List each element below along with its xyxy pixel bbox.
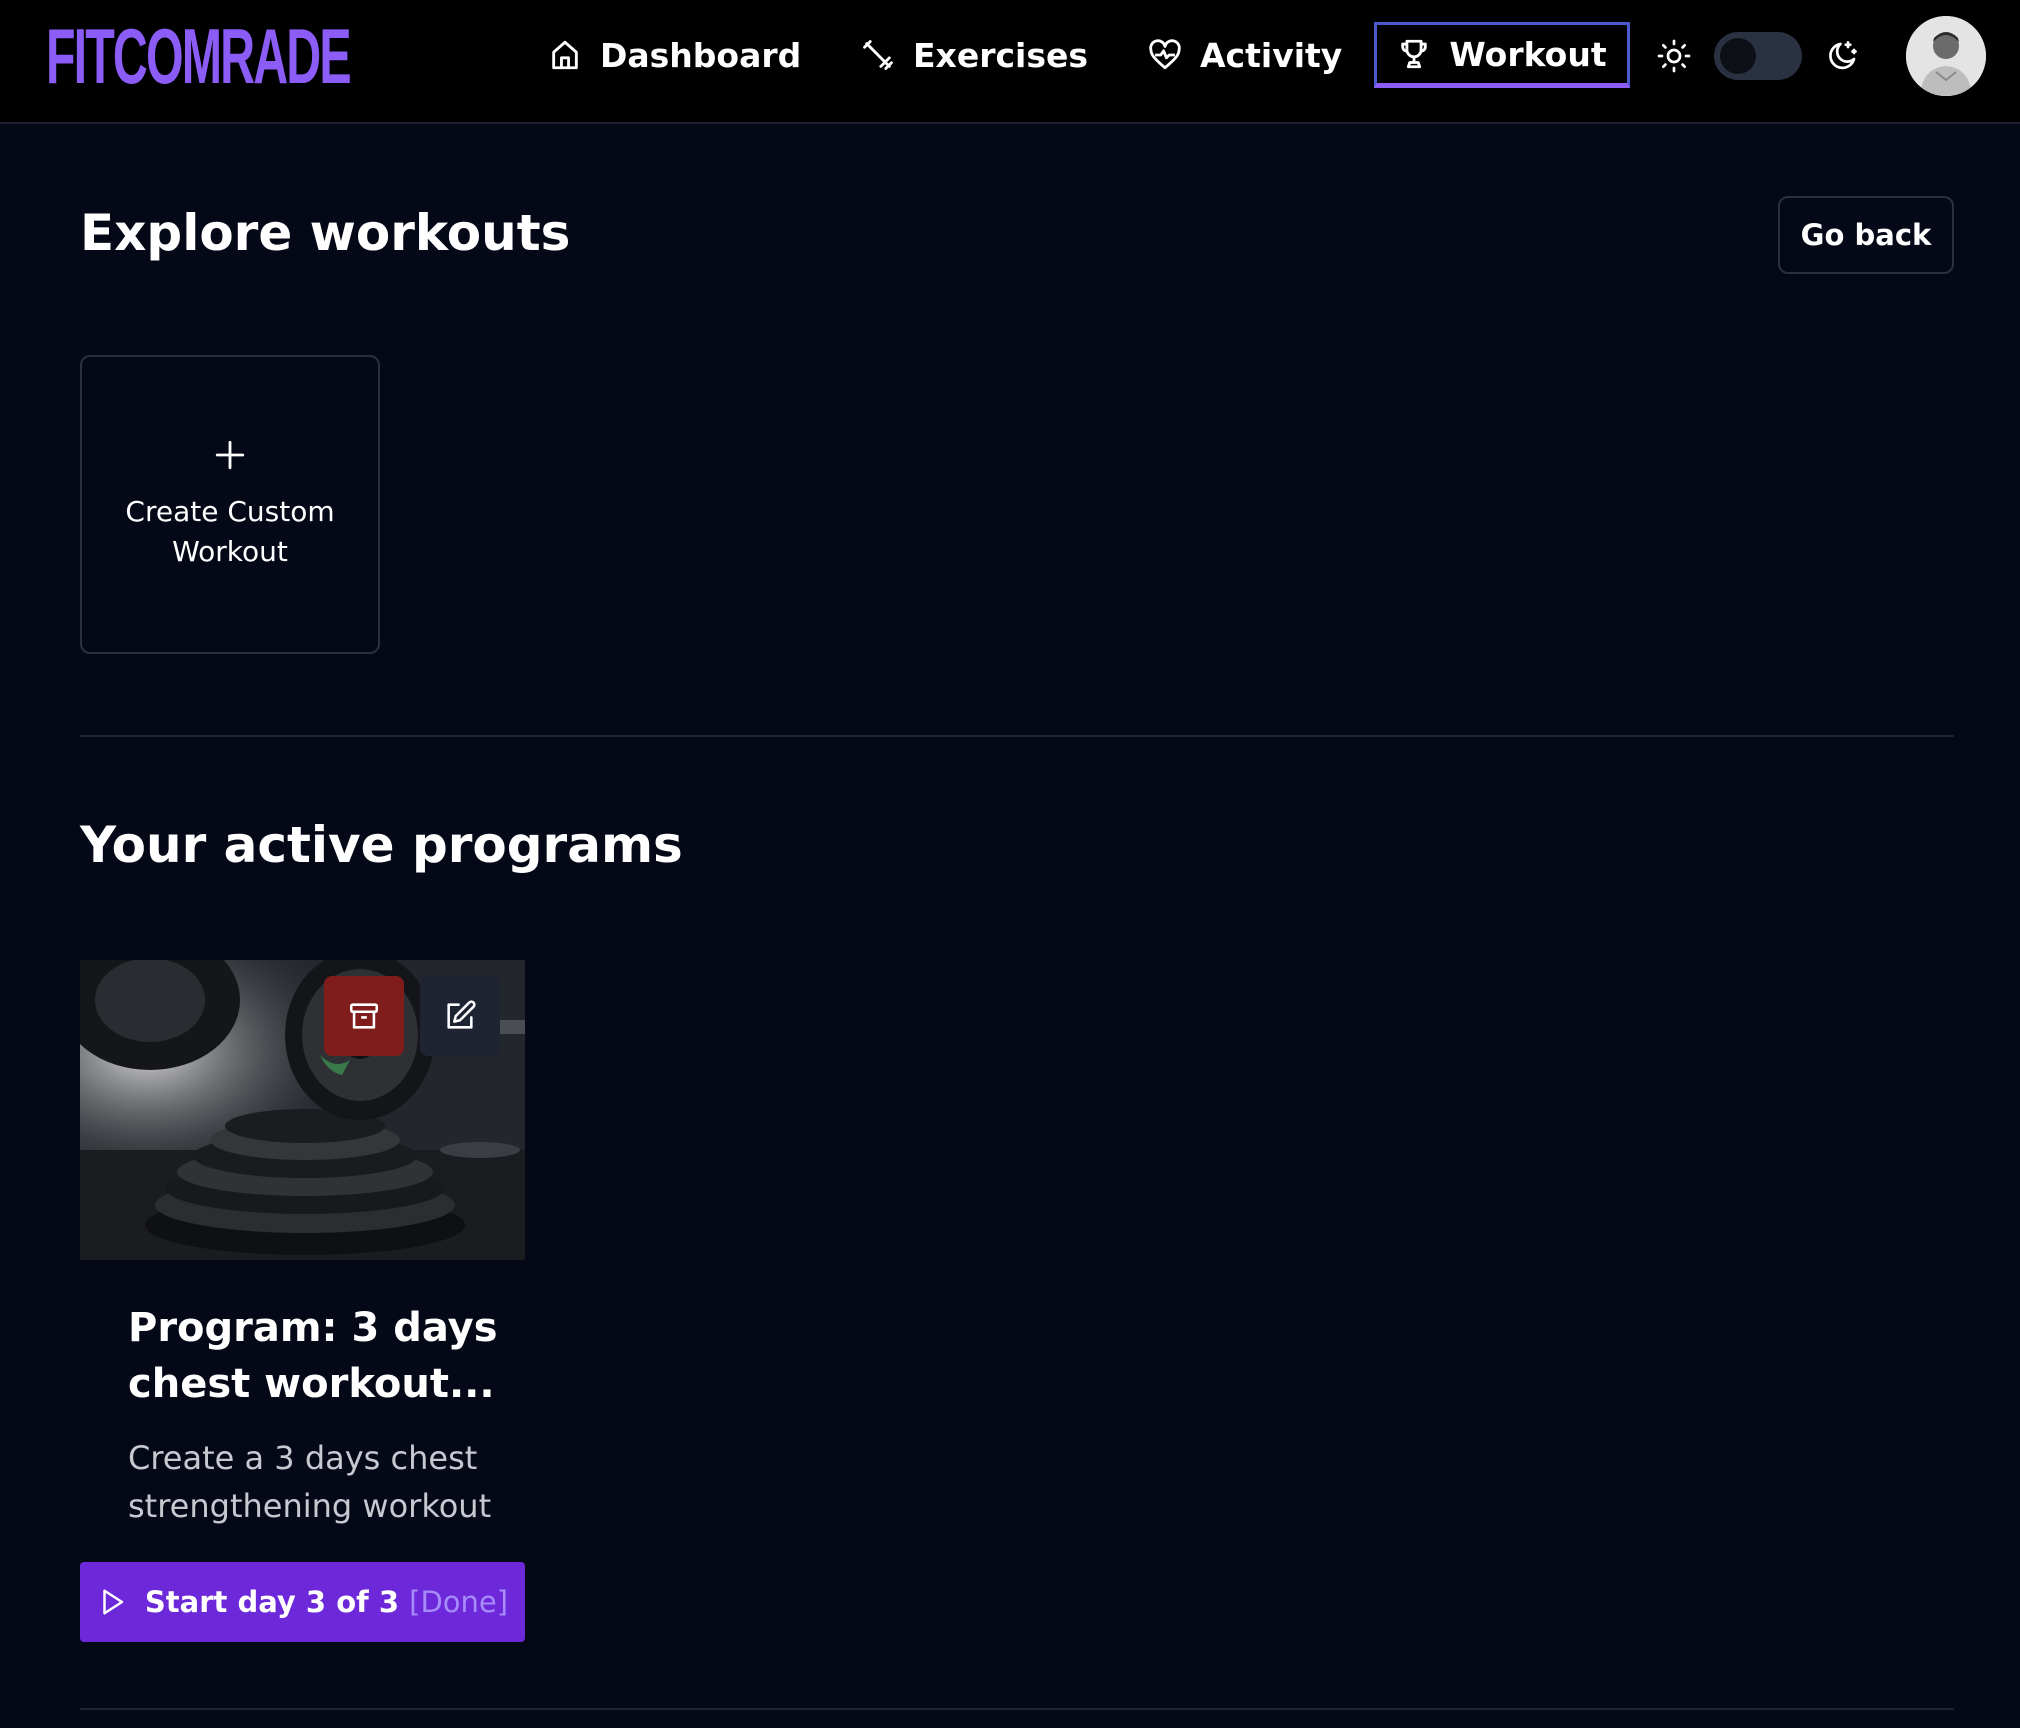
page-title: Explore workouts — [80, 204, 571, 262]
nav-item-label: Activity — [1200, 35, 1343, 75]
start-day-button[interactable]: Start day 3 of 3 [Done] — [80, 1562, 525, 1642]
dumbbell-icon — [863, 40, 893, 70]
nav-item-activity[interactable]: Activity — [1114, 22, 1376, 88]
sun-icon[interactable] — [1656, 38, 1692, 74]
trophy-icon — [1401, 39, 1428, 69]
nav-item-exercises[interactable]: Exercises — [827, 22, 1122, 88]
plus-icon — [215, 440, 245, 469]
nav-item-label: Workout — [1449, 34, 1607, 74]
theme-toggle[interactable] — [1714, 32, 1802, 80]
section-divider — [80, 1708, 1954, 1710]
nav-item-label: Exercises — [913, 35, 1089, 75]
section-divider — [80, 735, 1954, 737]
program-title: Program: 3 days chest workout... — [128, 1305, 498, 1407]
toggle-knob — [1720, 38, 1756, 74]
moon-icon[interactable] — [1824, 38, 1860, 74]
archive-program-button[interactable] — [324, 976, 404, 1056]
user-avatar[interactable] — [1906, 16, 1986, 96]
top-navbar: FITCOMRADE Dashboard Exercises Activity … — [0, 0, 2020, 124]
edit-program-button[interactable] — [420, 976, 500, 1056]
archive-icon — [349, 1003, 379, 1029]
home-icon — [552, 40, 578, 70]
create-card-label: Create Custom Workout — [125, 494, 335, 568]
program-card: Program: 3 days chest workout... Create … — [80, 960, 525, 1642]
start-day-label: Start day 3 of 3 [Done] — [144, 1585, 509, 1619]
nav-item-label: Dashboard — [600, 35, 802, 75]
section-title-active-programs: Your active programs — [80, 816, 683, 874]
done-status-tag: [Done] — [409, 1585, 509, 1619]
nav-item-dashboard[interactable]: Dashboard — [514, 22, 835, 88]
avatar-image — [1906, 16, 1986, 96]
program-description: Create a 3 days chest strengthening work… — [128, 1439, 492, 1525]
heart-pulse-icon — [1149, 39, 1181, 70]
app-logo[interactable]: FITCOMRADE — [46, 17, 352, 95]
play-icon — [103, 1589, 124, 1615]
edit-icon — [447, 1000, 476, 1029]
go-back-button[interactable]: Go back — [1778, 196, 1954, 274]
create-custom-workout-card[interactable]: Create Custom Workout — [80, 355, 380, 654]
nav-item-workout[interactable]: Workout — [1374, 22, 1630, 88]
program-image — [80, 960, 525, 1260]
